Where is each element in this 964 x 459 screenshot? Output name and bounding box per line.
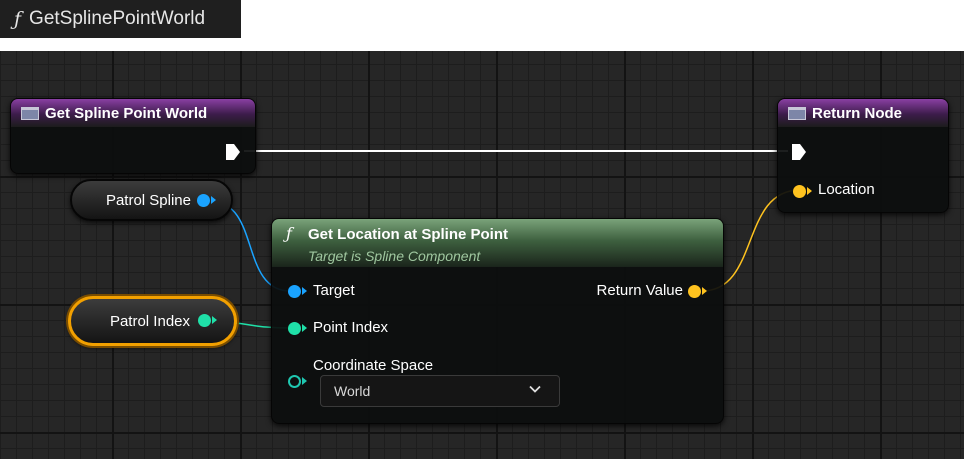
- return-node[interactable]: Return Node Location: [777, 98, 949, 213]
- point-index-pin-icon[interactable]: [288, 322, 301, 335]
- target-pin-icon[interactable]: [288, 285, 301, 298]
- patrol-index-pin-arrow-icon: [212, 316, 217, 324]
- coordinate-space-pin-arrow-icon: [302, 377, 307, 385]
- function-entry-icon: [21, 106, 39, 120]
- function-icon: ƒ: [14, 8, 22, 30]
- patrol-index-variable-node[interactable]: Patrol Index: [68, 296, 237, 346]
- call-node-subtitle: Target is Spline Component: [308, 248, 481, 264]
- target-pin-arrow-icon: [302, 287, 307, 295]
- return-node-header: Return Node: [778, 99, 948, 127]
- call-node-title: Get Location at Spline Point: [308, 226, 509, 243]
- entry-node-header: Get Spline Point World: [11, 99, 255, 127]
- coordinate-space-label: Coordinate Space: [313, 357, 434, 374]
- point-index-pin-arrow-icon: [302, 324, 307, 332]
- patrol-spline-label: Patrol Spline: [105, 191, 191, 209]
- function-entry-icon: [788, 106, 806, 120]
- patrol-spline-pin-arrow-icon: [211, 196, 216, 204]
- entry-node-title: Get Spline Point World: [45, 104, 208, 122]
- function-tab[interactable]: ƒ GetSplinePointWorld: [0, 0, 241, 38]
- point-index-label: Point Index: [313, 319, 389, 336]
- location-pin-arrow-icon: [807, 187, 812, 195]
- patrol-spline-pin-icon[interactable]: [197, 194, 210, 207]
- return-node-title: Return Node: [812, 104, 902, 122]
- patrol-index-label: Patrol Index: [109, 312, 190, 330]
- coordinate-space-dropdown[interactable]: World: [320, 375, 560, 407]
- patrol-index-pin-icon[interactable]: [198, 314, 211, 327]
- tab-title: GetSplinePointWorld: [29, 8, 206, 29]
- location-label: Location: [818, 181, 875, 198]
- patrol-spline-variable-node[interactable]: Patrol Spline: [70, 179, 233, 221]
- chevron-down-icon: [529, 385, 541, 393]
- coordinate-space-pin-icon[interactable]: [288, 375, 301, 388]
- coordinate-space-value: World: [334, 383, 371, 399]
- return-value-pin-arrow-icon: [702, 287, 707, 295]
- call-node-header: ƒ Get Location at Spline Point Target is…: [272, 219, 723, 267]
- exec-out-pin-icon[interactable]: [225, 143, 241, 161]
- target-label: Target: [313, 282, 355, 299]
- function-entry-node[interactable]: Get Spline Point World: [10, 98, 256, 174]
- return-value-label: Return Value: [596, 282, 683, 299]
- get-location-at-spline-point-node[interactable]: ƒ Get Location at Spline Point Target is…: [271, 218, 724, 424]
- location-pin-icon[interactable]: [793, 185, 806, 198]
- exec-in-pin-icon[interactable]: [791, 143, 807, 161]
- graph-canvas[interactable]: Get Spline Point World Return Node Locat…: [0, 51, 964, 459]
- function-icon: ƒ: [286, 224, 292, 243]
- return-value-pin-icon[interactable]: [688, 285, 701, 298]
